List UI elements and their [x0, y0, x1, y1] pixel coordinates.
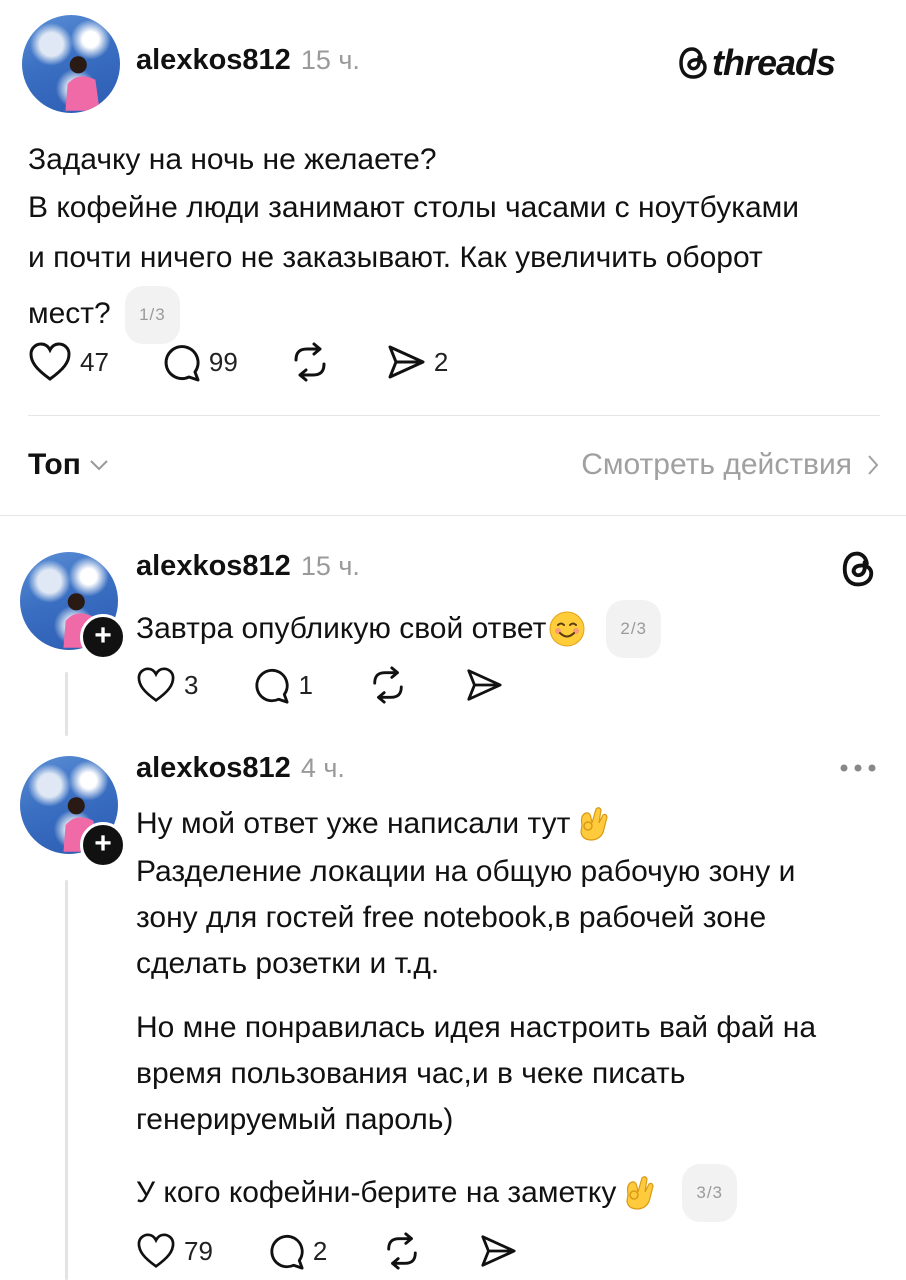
like-count: 3 [184, 669, 199, 700]
reply-body: Ну мой ответ уже написали тут Разделение… [136, 802, 886, 1222]
sort-dropdown[interactable]: Топ [28, 448, 109, 482]
threads-logo-text: threads [712, 42, 836, 83]
heart-icon [29, 342, 71, 381]
ok-hand-emoji-icon [626, 1176, 654, 1210]
share-button[interactable]: 2 [386, 342, 448, 382]
comment-icon [164, 345, 200, 382]
chevron-right-icon [868, 455, 879, 475]
reply-line: У кого кофейни-берите на заметку [136, 1176, 617, 1209]
comment-count: 1 [298, 669, 313, 700]
thread-pager: 2/3 [606, 600, 662, 658]
view-activity-link[interactable]: Смотреть действия [581, 448, 880, 482]
threads-icon[interactable] [838, 548, 878, 590]
post-actions: 47 99 2 [28, 342, 448, 382]
post-line: Задачку на ночь не желаете? [28, 143, 437, 176]
username[interactable]: alexkos812 [136, 44, 291, 76]
share-button[interactable] [479, 1232, 517, 1270]
reply-actions: 79 2 [136, 1232, 517, 1270]
more-options-icon[interactable] [838, 762, 878, 774]
post-header: alexkos812 15 ч. [136, 44, 360, 77]
comment-button[interactable]: 1 [252, 666, 313, 704]
view-activity-label: Смотреть действия [581, 448, 852, 481]
comment-count: 2 [312, 1235, 328, 1266]
thread-connector-line [65, 672, 68, 736]
repost-button[interactable] [369, 666, 407, 704]
like-button[interactable]: 3 [136, 667, 198, 703]
username[interactable]: alexkos812 [136, 752, 291, 784]
send-icon [388, 345, 425, 379]
send-icon [481, 1235, 516, 1267]
thread-pager: 3/3 [682, 1164, 738, 1222]
username[interactable]: alexkos812 [136, 550, 291, 582]
chevron-down-icon [90, 460, 108, 471]
like-count: 47 [80, 346, 109, 377]
reply-actions: 3 1 [136, 666, 503, 704]
repost-icon [294, 342, 326, 382]
reply-text: Завтра опубликую свой ответ [136, 612, 547, 645]
reply-line: Ну мой ответ уже написали тут [136, 807, 571, 840]
follow-plus-button[interactable]: + [80, 614, 126, 660]
post-body: Задачку на ночь не желаете? В кофейне лю… [28, 138, 888, 344]
smiling-face-emoji-icon [549, 611, 585, 647]
like-button[interactable]: 47 [28, 342, 109, 382]
reply-line: зону для гостей free notebook,в рабочей … [136, 901, 767, 934]
post-line: и почти ничего не заказывают. Как увелич… [28, 241, 763, 274]
threads-icon [679, 47, 707, 79]
reply-line: генерируемый пароль) [136, 1103, 454, 1136]
heart-icon [137, 1233, 175, 1268]
divider [28, 415, 880, 416]
comment-count: 99 [208, 346, 238, 377]
reply-header: alexkos812 4 ч. [136, 752, 345, 785]
avatar[interactable] [22, 15, 120, 113]
reply-body: Завтра опубликую свой ответ 2/3 [136, 600, 662, 658]
avatar-person-figure [65, 56, 100, 112]
repost-button[interactable] [290, 342, 330, 382]
reply-line: Разделение локации на общую рабочую зону… [136, 855, 796, 888]
like-count: 79 [184, 1235, 213, 1266]
share-count: 2 [433, 346, 449, 377]
threads-logo: threads [676, 42, 836, 84]
send-icon [467, 669, 502, 701]
post-line: В кофейне люди занимают столы часами с н… [28, 191, 800, 224]
comment-icon [270, 1234, 304, 1270]
repost-icon [387, 1232, 418, 1270]
sort-label: Топ [28, 448, 81, 481]
thread-pager: 1/3 [125, 286, 180, 344]
repost-icon [373, 666, 403, 704]
like-button[interactable]: 79 [136, 1233, 213, 1269]
follow-plus-button[interactable]: + [80, 822, 126, 868]
reply-line: время пользования час,и в чеке писать [136, 1057, 686, 1090]
timestamp: 15 ч. [300, 45, 360, 75]
ok-hand-emoji-icon [580, 807, 608, 841]
thread-connector-line [65, 880, 68, 1280]
divider [0, 515, 906, 516]
comment-icon [255, 668, 290, 704]
comment-button[interactable]: 2 [267, 1232, 327, 1270]
repost-button[interactable] [383, 1232, 421, 1270]
heart-icon [137, 667, 175, 702]
timestamp: 4 ч. [300, 753, 345, 783]
share-button[interactable] [465, 666, 503, 704]
comment-button[interactable]: 99 [161, 342, 238, 382]
reply-header: alexkos812 15 ч. [136, 550, 360, 583]
reply-line: Но мне понравилась идея настроить вай фа… [136, 1011, 817, 1044]
timestamp: 15 ч. [300, 551, 360, 581]
post-line: мест? [28, 296, 111, 330]
reply-line: сделать розетки и т.д. [136, 947, 440, 980]
